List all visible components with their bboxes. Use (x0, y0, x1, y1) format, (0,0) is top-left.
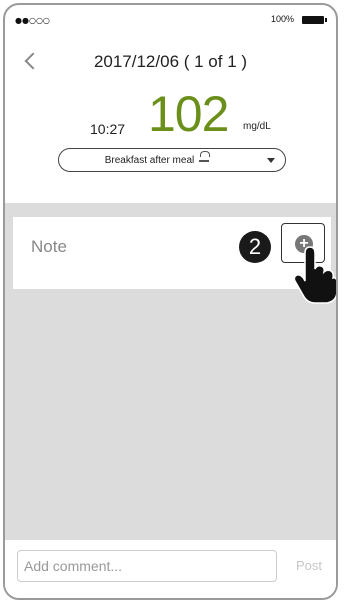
phone-screen: ●●○○○ 100% 2017/12/06 ( 1 of 1 ) 10:27 1… (3, 3, 338, 600)
reading-header: 2017/12/06 ( 1 of 1 ) 10:27 102 mg/dL Br… (5, 33, 336, 203)
meal-tag-dropdown[interactable]: Breakfast after meal (58, 148, 286, 172)
note-panel: Note 2 + (13, 217, 336, 304)
comment-bar: Add comment... Post (5, 540, 336, 598)
reading-time: 10:27 (90, 121, 126, 137)
meal-tag-label-row: Breakfast after meal (59, 151, 255, 166)
status-bar: ●●○○○ 100% (5, 5, 336, 33)
date-label: 2017/12/06 ( 1 of 1 ) (93, 52, 248, 71)
phone-frame: ●●○○○ 100% 2017/12/06 ( 1 of 1 ) 10:27 1… (0, 0, 345, 607)
battery-percent: 100% (270, 14, 294, 24)
glucose-value: 102 (148, 86, 229, 142)
note-label: Note (31, 237, 67, 256)
post-button[interactable]: Post (296, 558, 322, 573)
step-number-badge: 2 (239, 231, 271, 263)
signal-strength-icon: ●●○○○ (15, 16, 50, 25)
comment-input[interactable]: Add comment... (17, 550, 277, 582)
glucose-unit: mg/dL (243, 121, 271, 132)
pointing-hand-icon (293, 246, 336, 304)
battery-icon (302, 16, 327, 24)
chevron-down-icon (267, 158, 275, 163)
meal-tag-label: Breakfast after meal (104, 155, 195, 166)
meal-icon (199, 151, 211, 162)
